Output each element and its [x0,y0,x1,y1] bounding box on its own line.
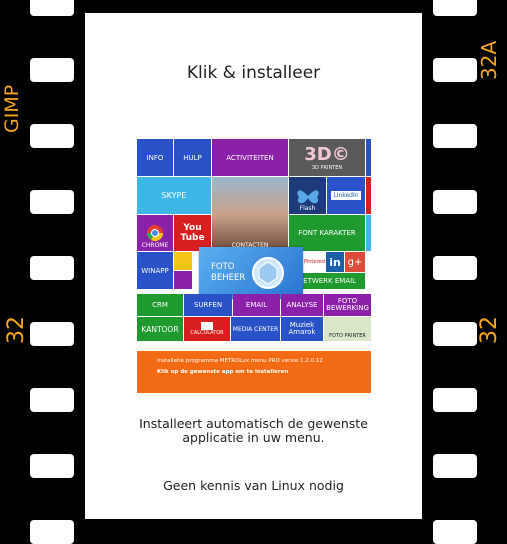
film-hole [30,0,74,16]
tile-youtube-label: You Tube [180,223,205,243]
tile-edge-2[interactable] [366,177,371,214]
tile-skype[interactable]: SKYPE [137,177,211,214]
film-hole [30,124,74,148]
film-hole [433,58,477,82]
tile-hulp-label: HULP [183,153,202,162]
tile-3d-big-label: 3D© [304,144,350,165]
tile-foto-bewerking[interactable]: FOTO BEWERKING [324,294,371,316]
tile-kantoor[interactable]: KANTOOR [137,317,183,341]
tile-foto-printer-label: FOTO PRINTER [329,333,366,339]
tile-crm-label: CRM [152,301,168,309]
linux-note: Geen kennis van Linux nodig [163,478,344,493]
tile-3d-printen[interactable]: 3D© 3D PRINTEN [289,139,365,176]
tile-info-label: INFO [146,153,164,162]
tile-gplus[interactable]: g+ [345,252,365,272]
film-hole [30,454,74,478]
chrome-icon [146,225,164,242]
description-line2: applicatie in uw menu. [182,430,325,445]
tile-linkedin-label: LinkedIn [331,191,361,200]
tile-foto-beheer-label-1: FOTO [211,262,235,272]
film-hole [433,256,477,280]
film-hole [30,58,74,82]
tile-muziek[interactable]: Muziek Amarok [281,317,323,341]
butterfly-icon [296,189,319,203]
tile-foto-bewerking-label-2: BEWERKING [326,304,369,312]
tile-in-label: in [329,255,341,269]
tile-kantoor-label: KANTOOR [141,324,179,334]
tile-activiteiten[interactable]: ACTIVITEITEN [212,139,288,176]
tile-foto-beheer-label-2: BEHEER [211,273,246,283]
tile-in[interactable]: in [326,252,344,272]
tile-flash[interactable]: Flash [289,177,326,214]
tile-info[interactable]: INFO [137,139,173,176]
film-label-right-code: 32A [477,40,501,80]
tile-media-center[interactable]: MEDIA CENTER [231,317,280,341]
install-info-line2: Klik op de gewenste app om te installere… [157,369,289,375]
film-hole [30,190,74,214]
tile-foto-printer[interactable]: FOTO PRINTER [324,317,371,341]
tile-skype-label: SKYPE [161,191,187,200]
film-hole [433,0,477,16]
tile-calculator[interactable]: CALCULATOR [184,317,230,341]
tile-hulp[interactable]: HULP [174,139,211,176]
tile-linkedin[interactable]: LinkedIn [327,177,365,214]
film-hole [433,520,477,544]
tile-foto-beheer[interactable]: FOTO BEHEER [199,247,303,299]
film-hole [30,322,74,346]
film-hole [433,124,477,148]
description: Installeert automatisch de gewenste appl… [85,417,422,445]
tile-3d-small-label: 3D PRINTEN [311,165,343,171]
install-info-bar: Installatie programma METROLux menu PRO … [137,351,371,393]
tile-analyse-label: ANALYSE [286,301,318,309]
film-hole [30,388,74,412]
tile-activiteiten-label: ACTIVITEITEN [226,153,274,162]
tile-winapp[interactable]: WINAPP [137,252,173,289]
tile-font-label: FONT KARAKTER [298,229,356,237]
film-hole [433,388,477,412]
tile-email[interactable]: EMAIL [233,294,280,316]
film-hole [30,520,74,544]
tile-color-yellow [174,252,192,270]
tile-flash-label: Flash [299,205,316,212]
tile-gplus-label: g+ [347,256,363,268]
tile-analyse[interactable]: ANALYSE [281,294,323,316]
film-label-left-number: 32 [4,316,29,344]
description-line1: Installeert automatisch de gewenste [139,416,368,431]
tile-chrome-label: CHROME [141,242,169,249]
film-hole [433,322,477,346]
tile-color-purple [174,271,192,289]
tile-pinterest[interactable]: Pinterest [303,252,327,272]
page-title: Klik & installeer [186,63,321,83]
tile-pinterest-label: Pinterest [303,259,327,265]
tile-muziek-label-2: Amarok [288,328,316,336]
tile-calculator-label: CALCULATOR [190,330,224,336]
film-hole [433,454,477,478]
tile-font-karakter[interactable]: FONT KARAKTER [289,215,365,251]
tile-netwerk-label: NETWERK EMAIL [297,277,357,285]
tile-chrome[interactable]: CHROME [137,215,173,251]
tile-surfen[interactable]: SURFEN [184,294,232,316]
tile-crm[interactable]: CRM [137,294,183,316]
calculator-icon [201,322,213,330]
app-screenshot: INFO HULP ACTIVITEITEN 3D© 3D PRINTEN SK… [137,139,371,393]
tile-edge-top[interactable] [366,139,371,176]
tile-email-label: EMAIL [245,301,268,309]
tile-winapp-label: WINAPP [141,266,169,275]
film-frame: Klik & installeer INFO HULP ACTIVITEITEN… [85,13,422,519]
film-hole [30,256,74,280]
install-info-line1: Installatie programma METROLux menu PRO … [157,358,323,364]
tile-surfen-label: SURFEN [193,301,223,309]
film-label-gimp: GIMP [1,84,23,133]
aperture-icon [252,257,285,289]
tile-media-label: MEDIA CENTER [232,325,279,333]
film-label-right-number: 32 [477,316,502,344]
tile-youtube[interactable]: You Tube [174,215,211,251]
tile-contacten-photo[interactable]: CONTACTEN [212,177,288,251]
tile-edge-3[interactable] [366,215,371,251]
film-hole [433,190,477,214]
